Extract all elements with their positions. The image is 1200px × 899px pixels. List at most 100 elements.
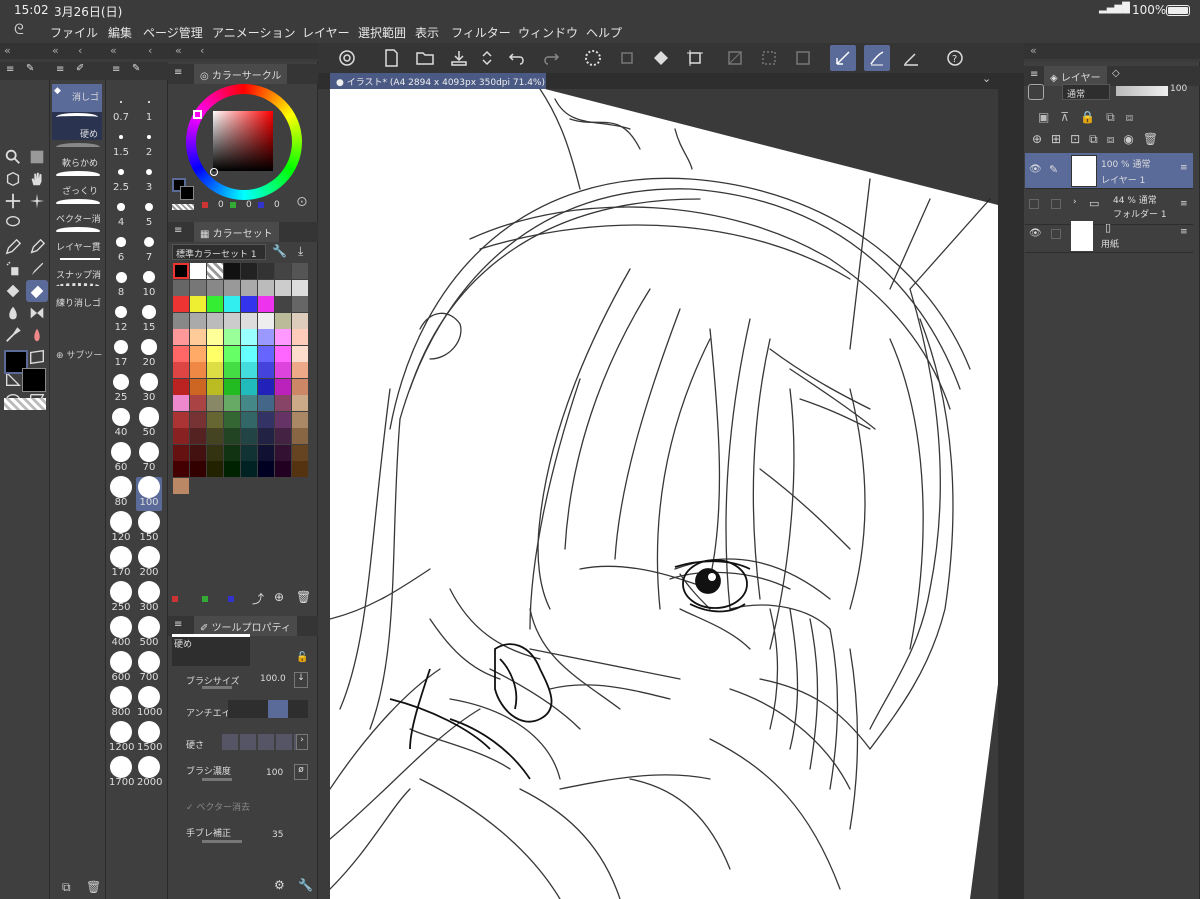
layer-actions-row[interactable]: ⊕⊞⊡⧉⧈◉🗑	[1032, 132, 1196, 146]
special-ruler-snap-icon[interactable]	[864, 45, 890, 71]
color-swatch[interactable]	[173, 461, 189, 477]
drag-handle-icon[interactable]: ≡	[1180, 163, 1188, 173]
color-swatch[interactable]	[173, 477, 189, 494]
collapse-icon[interactable]: «	[175, 44, 182, 57]
color-swatch[interactable]	[292, 444, 308, 461]
clear-icon[interactable]	[614, 45, 640, 71]
color-swatch[interactable]	[258, 461, 274, 477]
color-swatch[interactable]	[207, 312, 223, 329]
eraser-tool-icon[interactable]	[26, 280, 48, 302]
color-swatch[interactable]	[292, 362, 308, 378]
tab-tool-property[interactable]: ✐ ツールプロパティ	[194, 616, 297, 636]
brush-size-cell[interactable]: 3	[136, 162, 162, 196]
color-swatch[interactable]	[173, 444, 189, 461]
chevron-right-icon[interactable]: ›	[296, 734, 308, 750]
color-swatch[interactable]	[241, 345, 257, 362]
color-swatch[interactable]	[258, 329, 274, 345]
layer-color-icon[interactable]	[1028, 84, 1044, 100]
color-swatch[interactable]	[275, 444, 291, 461]
show-selection-icon[interactable]	[790, 45, 816, 71]
color-swatch[interactable]	[292, 329, 308, 345]
menu-edit[interactable]: 編集	[108, 24, 132, 41]
color-swatch[interactable]	[190, 362, 206, 378]
color-swatch[interactable]	[241, 461, 257, 477]
layer-row-1[interactable]: 👁 ✎ 100 % 通常 レイヤー 1 ≡	[1025, 153, 1193, 189]
eraser-tab-icon[interactable]: ✐	[76, 63, 84, 74]
canvas-drawing[interactable]	[330, 89, 998, 899]
brush-size-cell[interactable]: 400	[108, 616, 134, 651]
brush-size-cell[interactable]: 1700	[108, 756, 134, 791]
opacity-slider[interactable]	[1116, 86, 1168, 96]
brush-size-cell[interactable]: 250	[108, 581, 134, 616]
density-slider[interactable]	[202, 778, 232, 781]
brush-size-cell[interactable]: 20	[136, 337, 162, 371]
brush-size-cell[interactable]: 150	[136, 511, 162, 546]
brush-size-cell[interactable]: 300	[136, 581, 162, 616]
layer-options-row[interactable]: ▣⊼🔒⧉⧈	[1038, 110, 1194, 124]
color-swatch[interactable]	[224, 263, 240, 279]
color-swatch[interactable]	[190, 461, 206, 477]
color-swatch[interactable]	[292, 411, 308, 428]
color-swatch[interactable]	[275, 345, 291, 362]
duplicate-sub-tool-icon[interactable]: ⧉	[62, 880, 71, 895]
drag-handle-icon[interactable]: ≡	[1180, 199, 1188, 209]
color-swatch[interactable]	[224, 395, 240, 411]
density-value[interactable]: 100	[266, 768, 283, 778]
menu-filter[interactable]: フィルター	[451, 24, 511, 41]
color-swatch[interactable]	[241, 279, 257, 296]
color-swatch[interactable]	[190, 296, 206, 312]
color-swatch[interactable]	[275, 362, 291, 378]
brush-size-cell[interactable]: 1	[136, 92, 162, 126]
color-swatch[interactable]	[258, 395, 274, 411]
add-sub-tool-button[interactable]: ⊕ サブツー	[56, 348, 102, 361]
color-swatch[interactable]	[173, 296, 189, 312]
color-swatch[interactable]	[258, 411, 274, 428]
color-swatch[interactable]	[224, 461, 240, 477]
menu-help[interactable]: ヘルプ	[586, 24, 622, 41]
color-swatch[interactable]	[207, 345, 223, 362]
color-swatch[interactable]	[224, 345, 240, 362]
canvas-tab[interactable]: ● イラスト* (A4 2894 x 4093px 350dpi 71.4%)	[330, 73, 546, 89]
color-swatch[interactable]	[275, 411, 291, 428]
color-swatch[interactable]	[241, 263, 257, 279]
color-swatch[interactable]	[224, 279, 240, 296]
grid-snap-icon[interactable]	[898, 45, 924, 71]
color-swatch[interactable]	[292, 312, 308, 329]
brush-size-cell[interactable]: 6	[108, 232, 134, 266]
app-logo-icon[interactable]: ᘓ	[14, 22, 24, 38]
color-swatch[interactable]	[241, 312, 257, 329]
color-swatch[interactable]	[190, 428, 206, 444]
color-swatch[interactable]	[173, 378, 189, 395]
brush-size-cell[interactable]: 1000	[136, 686, 162, 721]
color-swatch[interactable]	[190, 312, 206, 329]
color-swatch[interactable]	[173, 428, 189, 444]
sub-tool-soft[interactable]: 軟らかめ	[52, 140, 102, 168]
vector-erase-option[interactable]: ✓ ベクター消去	[186, 800, 250, 813]
color-swatch[interactable]	[224, 362, 240, 378]
color-swatch[interactable]	[258, 312, 274, 329]
blend-tool-icon[interactable]	[2, 302, 24, 324]
color-swatch[interactable]	[292, 395, 308, 411]
lock-icon[interactable]: 🔓	[296, 652, 308, 663]
color-swatch[interactable]	[207, 444, 223, 461]
color-swatch[interactable]	[258, 296, 274, 312]
sub-tool-eraser[interactable]: ◆ 消しゴ	[52, 84, 102, 112]
menu-layer[interactable]: レイヤー	[302, 24, 350, 41]
color-swatch[interactable]	[258, 378, 274, 395]
color-swatch[interactable]	[207, 428, 223, 444]
color-swatch[interactable]	[190, 411, 206, 428]
color-swatch[interactable]	[258, 263, 274, 279]
color-swatch[interactable]	[275, 263, 291, 279]
color-swatch[interactable]	[275, 279, 291, 296]
brush-size-cell[interactable]: 0.7	[108, 92, 134, 126]
brush-size-cell[interactable]: 120	[108, 511, 134, 546]
lasso-tool-icon[interactable]	[2, 212, 24, 234]
hue-marker[interactable]	[193, 110, 202, 119]
brush-size-cell[interactable]: 1200	[108, 721, 134, 756]
color-set-select[interactable]: 標準カラーセット 1	[172, 244, 266, 260]
color-swatch[interactable]	[292, 296, 308, 312]
auto-select-tool-icon[interactable]	[26, 190, 48, 212]
color-swatch[interactable]	[207, 362, 223, 378]
chevron-down-icon[interactable]: ⌄	[982, 72, 991, 85]
brush-size-value[interactable]: 100.0	[260, 674, 286, 684]
